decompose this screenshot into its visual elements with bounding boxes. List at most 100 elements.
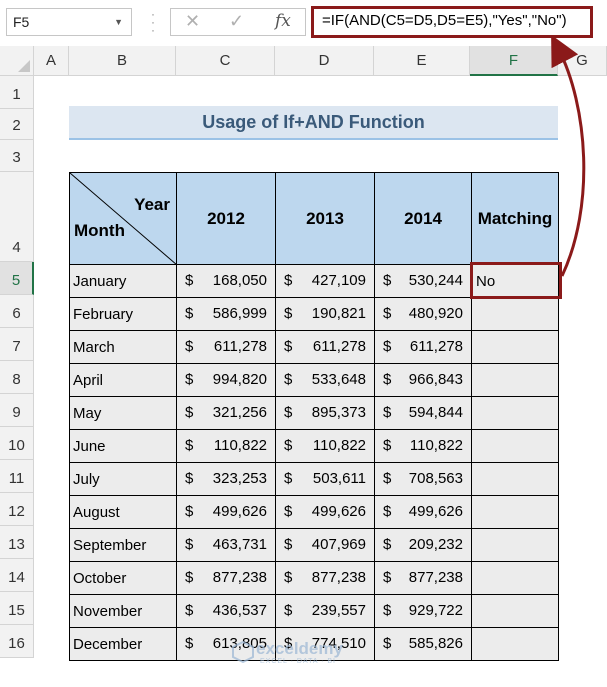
check-icon[interactable]: ✓: [229, 11, 244, 32]
value-cell[interactable]: $209,232: [374, 528, 472, 562]
row-header-13[interactable]: 13: [0, 526, 34, 559]
row-header-5[interactable]: 5: [0, 262, 34, 295]
value-cell[interactable]: $168,050: [176, 264, 276, 298]
value-cell[interactable]: $966,843: [374, 363, 472, 397]
matching-cell[interactable]: [471, 396, 559, 430]
matching-cell[interactable]: [471, 429, 559, 463]
row-header-8[interactable]: 8: [0, 361, 34, 394]
value-cell[interactable]: $427,109: [275, 264, 375, 298]
matching-cell[interactable]: [471, 627, 559, 661]
month-cell[interactable]: November: [69, 594, 177, 628]
row-header-9[interactable]: 9: [0, 394, 34, 427]
currency-symbol: $: [185, 371, 194, 388]
value-cell[interactable]: $708,563: [374, 462, 472, 496]
column-header-e[interactable]: E: [374, 46, 470, 76]
row-header-3[interactable]: 3: [0, 140, 34, 172]
name-box[interactable]: F5 ▼: [6, 8, 132, 36]
value-cell[interactable]: $407,969: [275, 528, 375, 562]
month-cell[interactable]: July: [69, 462, 177, 496]
value-cell[interactable]: $530,244: [374, 264, 472, 298]
month-cell[interactable]: August: [69, 495, 177, 529]
row-header-15[interactable]: 15: [0, 592, 34, 625]
matching-cell[interactable]: [471, 363, 559, 397]
value-cell[interactable]: $611,278: [374, 330, 472, 364]
matching-cell[interactable]: [471, 495, 559, 529]
table-row: November $436,537 $239,557 $929,722: [69, 594, 559, 628]
chevron-down-icon[interactable]: ▼: [114, 17, 123, 27]
value-cell[interactable]: $323,253: [176, 462, 276, 496]
row-header-11[interactable]: 11: [0, 460, 34, 493]
select-all-corner[interactable]: [0, 46, 34, 76]
year-header-2014[interactable]: 2014: [374, 172, 472, 265]
value-cell[interactable]: $594,844: [374, 396, 472, 430]
watermark-logo: exceldemy EXCEL · DATA · BI: [232, 637, 382, 669]
row-header-6[interactable]: 6: [0, 295, 34, 328]
matching-cell[interactable]: [471, 330, 559, 364]
currency-symbol: $: [383, 305, 392, 322]
value-cell[interactable]: $190,821: [275, 297, 375, 331]
matching-cell[interactable]: [471, 297, 559, 331]
close-icon[interactable]: ✕: [185, 11, 200, 32]
row-header-4[interactable]: 4: [0, 172, 34, 262]
value-cell[interactable]: $895,373: [275, 396, 375, 430]
month-cell[interactable]: April: [69, 363, 177, 397]
month-cell[interactable]: May: [69, 396, 177, 430]
column-header-d[interactable]: D: [275, 46, 374, 76]
month-cell[interactable]: December: [69, 627, 177, 661]
value-number: 533,648: [311, 371, 366, 388]
month-cell[interactable]: March: [69, 330, 177, 364]
value-cell[interactable]: $585,826: [374, 627, 472, 661]
month-cell[interactable]: June: [69, 429, 177, 463]
year-header-2013[interactable]: 2013: [275, 172, 375, 265]
column-header-b[interactable]: B: [69, 46, 176, 76]
row-header-10[interactable]: 10: [0, 427, 34, 460]
row-header-2[interactable]: 2: [0, 109, 34, 140]
value-cell[interactable]: $110,822: [176, 429, 276, 463]
value-cell[interactable]: $463,731: [176, 528, 276, 562]
value-cell[interactable]: $436,537: [176, 594, 276, 628]
month-cell[interactable]: October: [69, 561, 177, 595]
value-cell[interactable]: $499,626: [374, 495, 472, 529]
value-cell[interactable]: $586,999: [176, 297, 276, 331]
value-cell[interactable]: $503,611: [275, 462, 375, 496]
column-header-a[interactable]: A: [34, 46, 69, 76]
currency-symbol: $: [383, 536, 392, 553]
column-header-c[interactable]: C: [176, 46, 275, 76]
value-cell[interactable]: $533,648: [275, 363, 375, 397]
value-cell[interactable]: $480,920: [374, 297, 472, 331]
row-header-14[interactable]: 14: [0, 559, 34, 592]
month-cell[interactable]: January: [69, 264, 177, 298]
currency-symbol: $: [185, 635, 194, 652]
diagonal-header-cell[interactable]: Year Month: [69, 172, 177, 265]
value-cell[interactable]: $877,238: [275, 561, 375, 595]
matching-cell[interactable]: [471, 594, 559, 628]
value-cell[interactable]: $499,626: [275, 495, 375, 529]
value-cell[interactable]: $611,278: [176, 330, 276, 364]
currency-symbol: $: [185, 602, 194, 619]
value-cell[interactable]: $877,238: [374, 561, 472, 595]
value-cell[interactable]: $239,557: [275, 594, 375, 628]
formula-input[interactable]: =IF(AND(C5=D5,D5=E5),"Yes","No"): [311, 6, 593, 38]
value-cell[interactable]: $110,822: [374, 429, 472, 463]
value-cell[interactable]: $110,822: [275, 429, 375, 463]
currency-symbol: $: [185, 338, 194, 355]
row-header-7[interactable]: 7: [0, 328, 34, 361]
value-cell[interactable]: $499,626: [176, 495, 276, 529]
value-cell[interactable]: $321,256: [176, 396, 276, 430]
matching-cell[interactable]: [471, 462, 559, 496]
row-header-12[interactable]: 12: [0, 493, 34, 526]
matching-cell[interactable]: [471, 561, 559, 595]
matching-cell[interactable]: [471, 528, 559, 562]
row-header-1[interactable]: 1: [0, 76, 34, 109]
insert-function-icon[interactable]: fx: [275, 11, 291, 31]
value-cell[interactable]: $929,722: [374, 594, 472, 628]
value-cell[interactable]: $611,278: [275, 330, 375, 364]
year-header-2012[interactable]: 2012: [176, 172, 276, 265]
value-cell[interactable]: $877,238: [176, 561, 276, 595]
more-options-icon[interactable]: · · ·: [148, 8, 158, 36]
value-number: 110,822: [213, 437, 267, 454]
value-cell[interactable]: $994,820: [176, 363, 276, 397]
month-cell[interactable]: September: [69, 528, 177, 562]
month-cell[interactable]: February: [69, 297, 177, 331]
row-header-16[interactable]: 16: [0, 625, 34, 658]
